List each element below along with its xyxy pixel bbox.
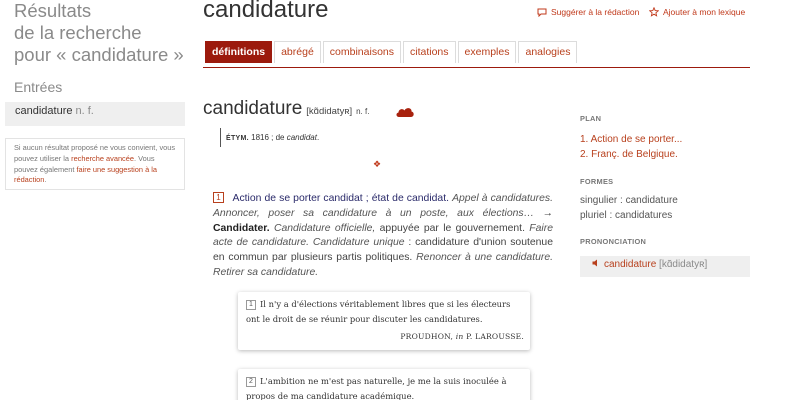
tab-abrege[interactable]: abrégé (274, 41, 321, 63)
definition-1: 1 Action de se porter candidat ; état de… (213, 192, 553, 281)
add-to-lexicon-link[interactable]: Ajouter à mon lexique (649, 7, 745, 17)
article-word: candidature (203, 98, 303, 119)
advanced-search-link[interactable]: recherche avancée (71, 154, 134, 163)
plan-item-2[interactable]: 2. Franç. de Belgique. (580, 149, 678, 160)
etym-end: . (316, 133, 320, 142)
tabs-underline (203, 67, 750, 68)
citation-number: 1 (246, 300, 256, 310)
ornament-icon: ❖ (373, 159, 382, 169)
pronunciation-heading: PRONONCIATION (580, 237, 647, 246)
pronunciation-audio-button[interactable]: candidature [kɑ̃didatyʀ] (580, 256, 750, 277)
cross-reference-link[interactable]: Candidater. (213, 223, 270, 234)
search-results-title: Résultats de la recherche pour « candida… (14, 0, 194, 66)
tab-exemples[interactable]: exemples (457, 41, 517, 63)
star-icon (649, 7, 659, 17)
title-line-2: de la recherche (14, 22, 142, 43)
article-pos: n. f. (356, 107, 370, 116)
arrow-sign: → (533, 207, 553, 219)
citation-card-1: 1 Il n'y a d'élections véritablement libr… (238, 292, 530, 350)
citation-text-1: 1 Il n'y a d'élections véritablement libr… (246, 297, 524, 327)
speaker-icon (592, 259, 597, 267)
article-tabs: définitions abrégé combinaisons citation… (205, 41, 578, 63)
etymology: ÉTYM. 1816 ; de candidat. (220, 128, 319, 147)
article-pronunciation: [kɑ̃didatyʀ] (306, 106, 353, 117)
article-heading: candidature [kɑ̃didatyʀ] n. f. (203, 98, 369, 120)
form-plural: pluriel : candidatures (580, 210, 673, 221)
etym-text: 1816 ; de (248, 133, 287, 142)
plan-heading: PLAN (580, 114, 602, 123)
pronunciation-phonetic: [kɑ̃didatyʀ] (659, 259, 708, 270)
citation-number: 2 (246, 377, 256, 387)
etym-word: candidat (286, 133, 317, 142)
citation-text-2: 2 L'ambition ne m'est pas naturelle, je m… (246, 374, 524, 400)
plan-item-1[interactable]: 1. Action de se porter... (580, 134, 682, 145)
definition-number: 1 (213, 192, 224, 203)
page-headword: candidature (203, 0, 329, 23)
help-text-3: . (44, 175, 47, 185)
citation-in: in (455, 332, 464, 341)
tab-combinaisons[interactable]: combinaisons (322, 41, 401, 63)
example-2: Candidature officielle, (273, 222, 376, 234)
citation-source: PROUDHON, in P. LAROUSSE. (246, 329, 524, 344)
cloud-icon[interactable] (395, 106, 415, 118)
tab-analogies[interactable]: analogies (518, 41, 578, 63)
tab-citations[interactable]: citations (403, 41, 456, 63)
add-label: Ajouter à mon lexique (663, 7, 746, 17)
citation-card-2: 2 L'ambition ne m'est pas naturelle, je m… (238, 369, 530, 400)
entries-label: Entrées (14, 79, 63, 95)
formes-heading: FORMES (580, 177, 614, 186)
definition-sense: Action de se porter candidat ; état de c… (232, 193, 449, 204)
entry-item-candidature[interactable]: candidature n. f. (5, 102, 185, 126)
title-line-3: pour « candidature » (14, 44, 184, 65)
citation-body: L'ambition ne m'est pas naturelle, je me… (246, 376, 507, 400)
form-singular: singulier : candidature (580, 195, 678, 206)
no-result-help-box: Si aucun résultat proposé ne vous convie… (5, 138, 185, 190)
etym-label: ÉTYM. (226, 135, 249, 142)
citation-body: Il n'y a d'élections véritablement libre… (246, 299, 511, 324)
suggest-label: Suggérer à la rédaction (551, 7, 640, 17)
pronunciation-word: candidature (604, 259, 657, 270)
citation-author: PROUDHON, (400, 332, 454, 341)
citation-work: P. LAROUSSE. (466, 332, 524, 341)
tab-definitions[interactable]: définitions (205, 41, 273, 63)
entry-word: candidature (15, 105, 73, 117)
speech-bubble-icon (537, 8, 547, 17)
suggest-to-editors-link[interactable]: Suggérer à la rédaction (537, 7, 639, 17)
gloss-2: appuyée par le gouvernement. (375, 222, 530, 234)
entry-pos: n. f. (75, 105, 94, 117)
title-line-1: Résultats (14, 0, 92, 21)
